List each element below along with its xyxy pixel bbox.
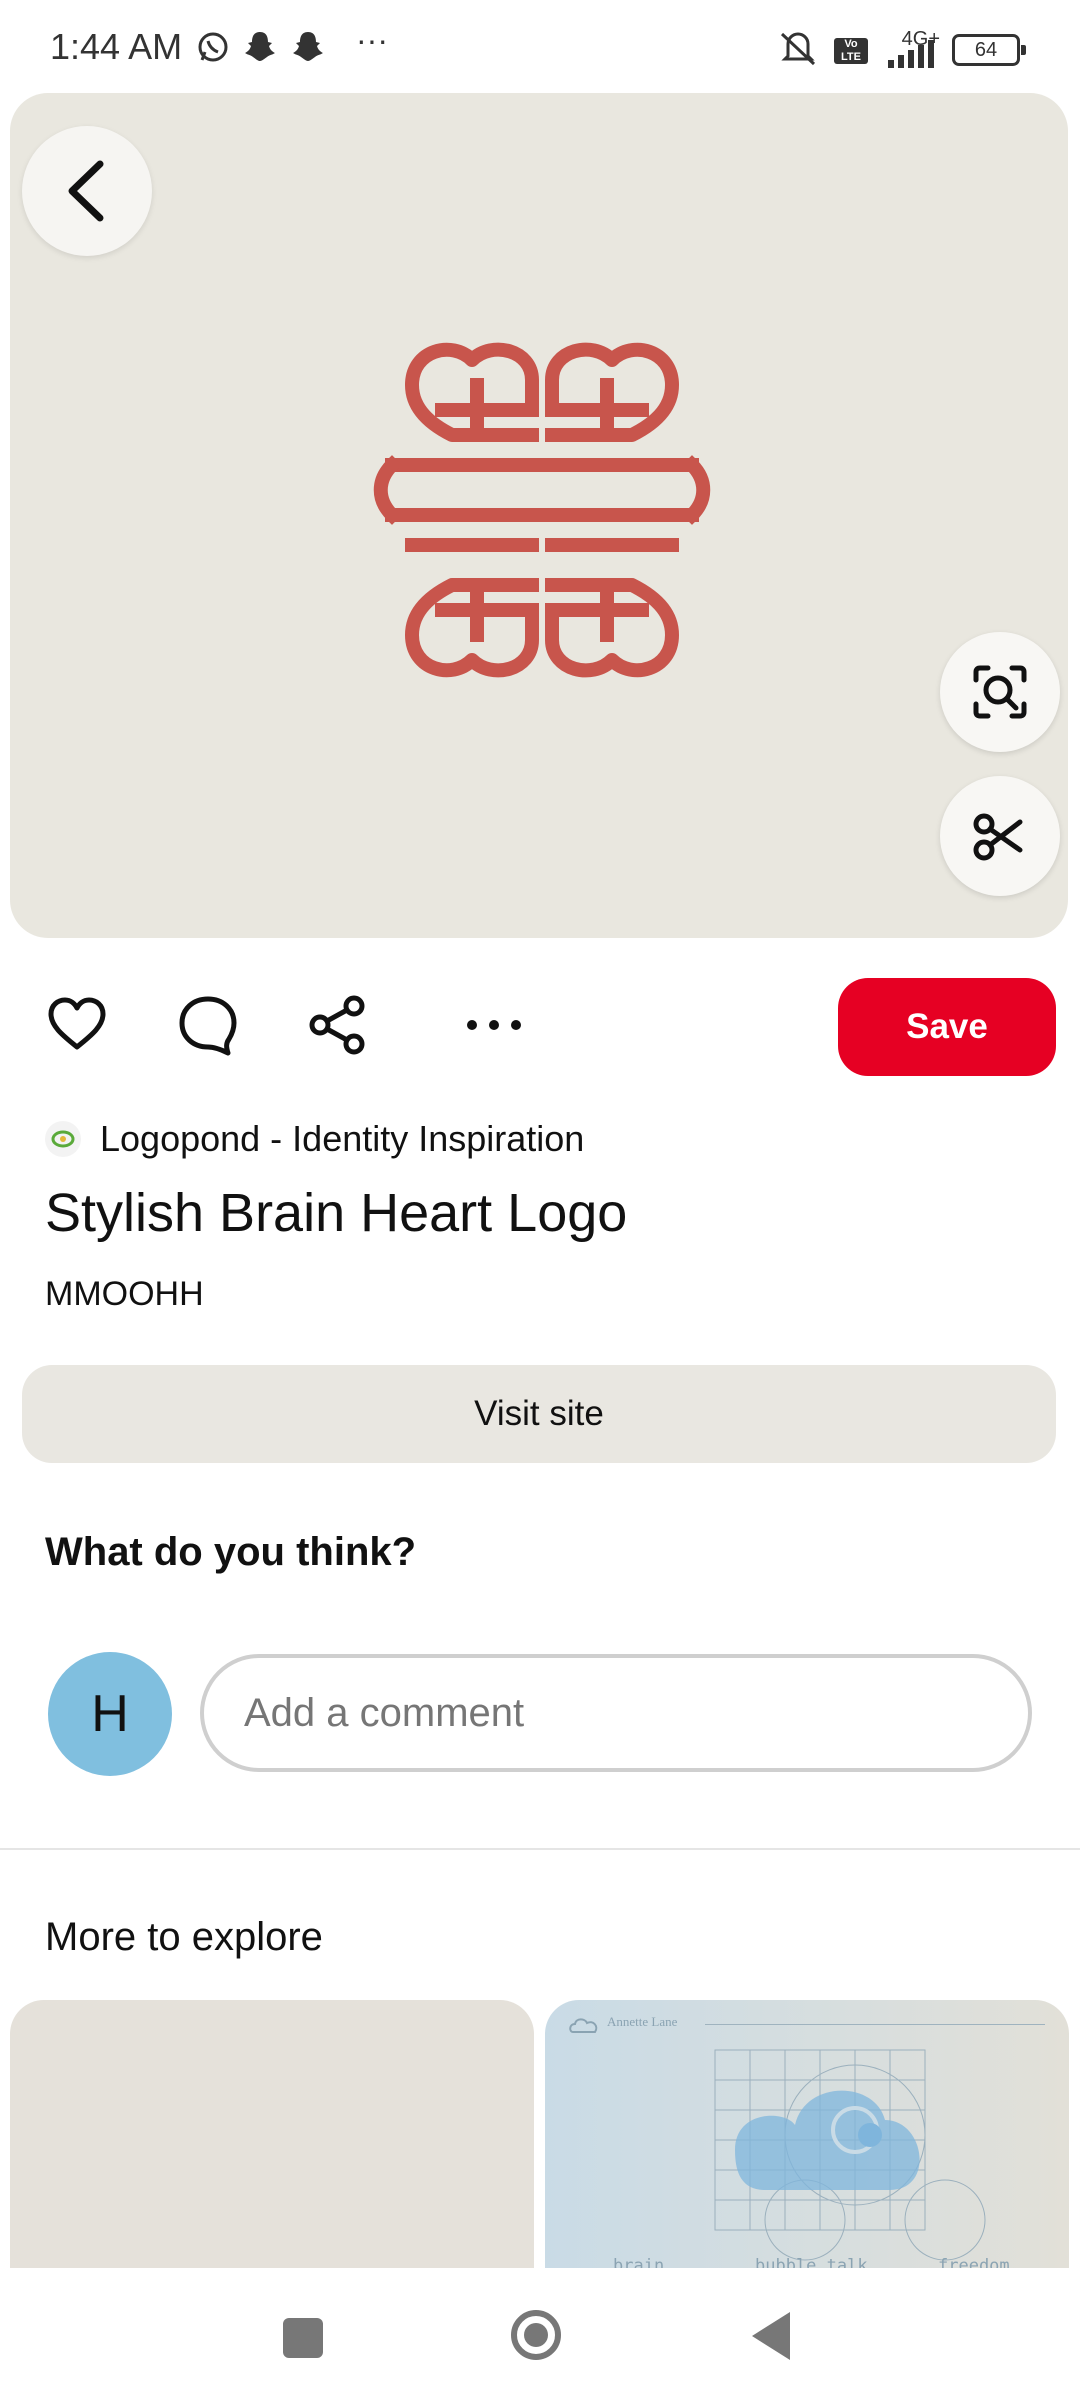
whatsapp-icon	[196, 30, 230, 72]
more-dots-icon: ···	[356, 22, 388, 58]
tile-divider	[705, 2024, 1045, 2025]
status-time: 1:44 AM	[50, 26, 183, 67]
pin-title: Stylish Brain Heart Logo	[45, 1183, 628, 1243]
home-icon[interactable]	[511, 2310, 561, 2360]
tile-brand: Annette Lane	[607, 2014, 678, 2029]
more-icon[interactable]	[462, 993, 526, 1057]
recent-apps-icon[interactable]	[283, 2318, 323, 2358]
back-button[interactable]	[22, 126, 152, 256]
source-logo-icon	[45, 1121, 81, 1157]
share-icon[interactable]	[306, 993, 370, 1057]
source-name[interactable]: Logopond - Identity Inspiration	[100, 1118, 584, 1160]
crop-button[interactable]	[940, 776, 1060, 896]
mute-icon	[778, 30, 818, 75]
comments-heading: What do you think?	[45, 1530, 417, 1574]
volte-icon: Vo LTE	[834, 38, 868, 64]
explore-pin-2[interactable]: Annette Lane brain bubble talk freedom	[545, 2000, 1069, 2280]
system-nav-bar	[0, 2268, 1080, 2400]
comment-input[interactable]	[200, 1654, 1032, 1772]
avatar[interactable]: H	[48, 1652, 172, 1776]
brain-heart-logo	[373, 342, 711, 678]
signal-icon	[888, 40, 938, 68]
snapchat-icon	[292, 30, 324, 72]
lens-search-icon	[973, 665, 1027, 719]
cloud-logo-icon	[569, 2018, 598, 2033]
status-bar: 1:44 AM ··· Vo LTE 4G+ 64	[0, 0, 1080, 95]
snapchat-icon	[244, 30, 276, 72]
chevron-left-icon	[68, 160, 104, 222]
comment-icon[interactable]	[176, 993, 240, 1057]
pin-author[interactable]: MMOOHH	[45, 1275, 204, 1314]
heart-icon[interactable]	[45, 993, 109, 1057]
visual-search-button[interactable]	[940, 632, 1060, 752]
explore-pin-1[interactable]	[10, 2000, 534, 2280]
back-triangle-icon[interactable]	[752, 2312, 790, 2360]
cloud-grid-illustration	[714, 2049, 986, 2261]
visit-site-button[interactable]: Visit site	[22, 1365, 1056, 1463]
battery-level: 64	[974, 39, 998, 61]
pin-image[interactable]	[10, 93, 1068, 938]
more-to-explore-heading: More to explore	[45, 1915, 323, 1959]
divider	[0, 1848, 1080, 1850]
battery-icon: 64	[952, 34, 1026, 66]
scissors-icon	[973, 813, 1023, 861]
action-bar: Save	[0, 975, 1080, 1076]
save-button[interactable]: Save	[838, 978, 1056, 1076]
